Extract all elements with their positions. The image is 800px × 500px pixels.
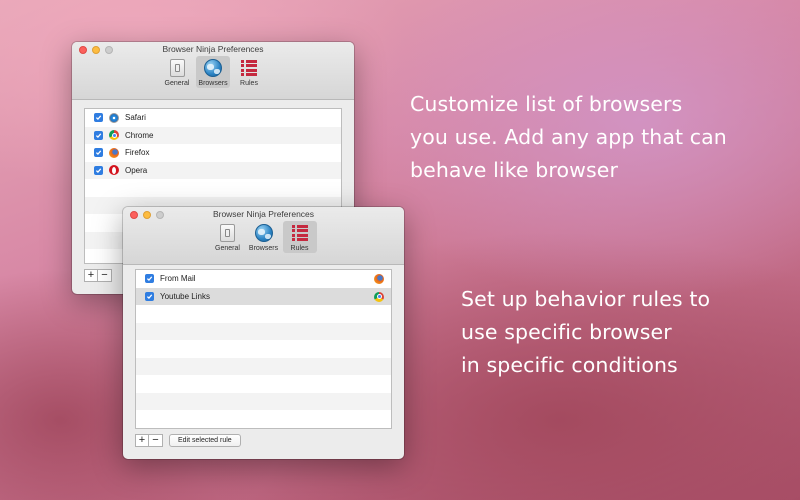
preferences-toolbar: General Browsers Rules <box>72 56 354 88</box>
promo-line: behave like browser <box>410 158 619 182</box>
browser-name: Firefox <box>125 148 150 158</box>
empty-row <box>136 410 391 428</box>
browser-checkbox[interactable] <box>94 113 103 123</box>
browser-name: Safari <box>125 113 146 123</box>
list-item[interactable]: Firefox <box>85 144 341 162</box>
opera-icon <box>109 165 119 176</box>
empty-row <box>136 375 391 393</box>
tab-browsers[interactable]: Browsers <box>247 221 281 253</box>
tab-label: General <box>164 80 190 87</box>
empty-row <box>85 179 341 197</box>
preferences-toolbar: General Browsers Rules <box>123 221 404 253</box>
browser-name: Chrome <box>125 130 154 140</box>
add-browser-button[interactable]: + <box>84 269 98 282</box>
empty-row <box>136 357 391 375</box>
general-switch-icon <box>167 58 187 78</box>
list-item[interactable]: Chrome <box>85 126 341 144</box>
titlebar: Browser Ninja Preferences General Browse… <box>72 42 354 100</box>
browser-checkbox[interactable] <box>94 165 103 175</box>
tab-general[interactable]: General <box>211 221 245 253</box>
firefox-icon <box>374 274 384 284</box>
list-item[interactable]: Opera <box>85 161 341 179</box>
rule-checkbox[interactable] <box>145 291 154 301</box>
promo-rules-text: Set up behavior rules to use specific br… <box>461 283 710 382</box>
promo-browsers-text: Customize list of browsers you use. Add … <box>410 88 727 187</box>
globe-icon <box>203 58 223 78</box>
promo-line: in specific conditions <box>461 353 678 377</box>
promo-line: use specific browser <box>461 320 672 344</box>
rules-list: From Mail Youtube Links <box>135 269 392 429</box>
empty-row <box>136 305 391 323</box>
tab-label: Browsers <box>198 80 228 87</box>
empty-row <box>136 340 391 358</box>
globe-icon <box>254 223 274 243</box>
firefox-icon <box>109 147 119 158</box>
browser-name: Opera <box>125 165 148 175</box>
rule-checkbox[interactable] <box>145 274 154 284</box>
remove-browser-button[interactable]: − <box>98 269 112 282</box>
tab-label: Rules <box>240 80 258 87</box>
tab-label: Browsers <box>248 245 279 252</box>
browser-checkbox[interactable] <box>94 148 103 158</box>
window-title: Browser Ninja Preferences <box>162 44 264 54</box>
tab-rules[interactable]: Rules <box>232 56 266 88</box>
general-switch-icon <box>218 223 238 243</box>
list-item[interactable]: Youtube Links <box>136 287 391 305</box>
rules-list-icon <box>290 223 310 243</box>
tab-general[interactable]: General <box>160 56 194 88</box>
edit-selected-rule-button[interactable]: Edit selected rule <box>169 434 241 447</box>
add-rule-button[interactable]: + <box>135 434 149 447</box>
tab-label: General <box>215 245 240 252</box>
tab-rules[interactable]: Rules <box>282 221 317 253</box>
remove-rule-button[interactable]: − <box>149 434 163 447</box>
promo-line: Customize list of browsers <box>410 92 683 116</box>
promo-line: Set up behavior rules to <box>461 287 711 311</box>
tab-label: Rules <box>290 245 309 252</box>
chrome-icon <box>374 291 384 302</box>
rule-name: Youtube Links <box>160 291 210 301</box>
empty-row <box>136 322 391 340</box>
promo-line: you use. Add any app that can <box>410 125 727 149</box>
list-item[interactable]: Safari <box>85 109 341 127</box>
preferences-window-rules: Browser Ninja Preferences General Browse… <box>123 207 404 459</box>
list-item[interactable]: From Mail <box>136 270 391 288</box>
chrome-icon <box>109 130 119 141</box>
titlebar: Browser Ninja Preferences General Browse… <box>123 207 404 265</box>
browser-checkbox[interactable] <box>94 130 103 140</box>
list-actions: + − <box>84 269 112 282</box>
tab-browsers[interactable]: Browsers <box>196 56 230 88</box>
window-title: Browser Ninja Preferences <box>212 209 315 219</box>
list-actions: + − Edit selected rule <box>135 434 241 447</box>
rules-list-icon <box>239 58 259 78</box>
empty-row <box>136 392 391 410</box>
safari-icon <box>109 112 119 123</box>
rule-name: From Mail <box>160 274 196 284</box>
